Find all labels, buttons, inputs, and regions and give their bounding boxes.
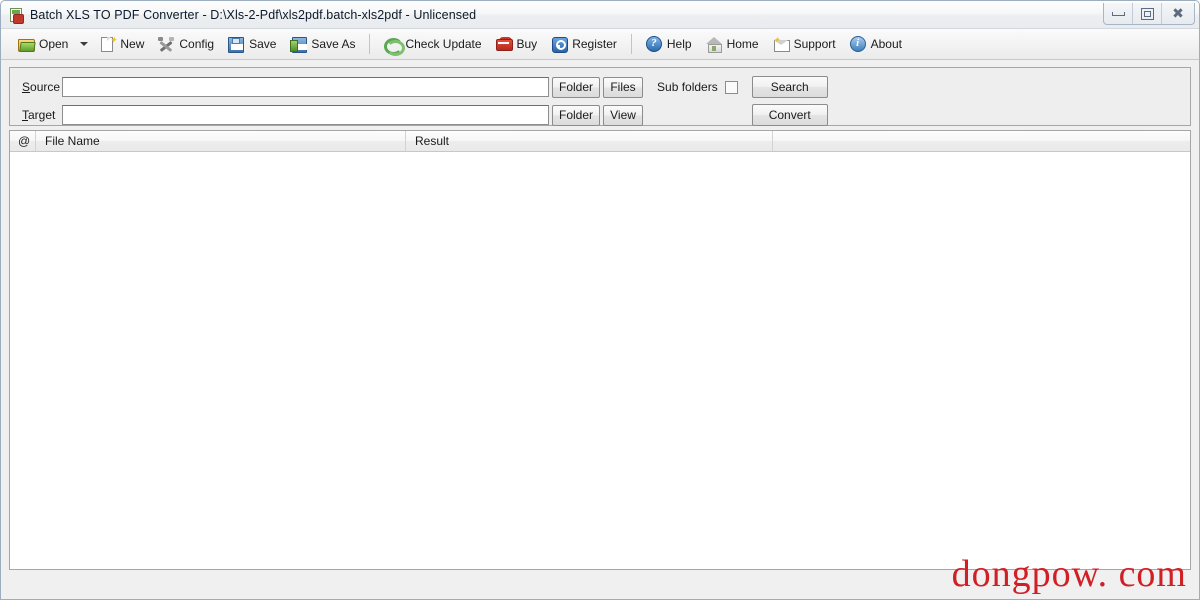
column-header-at[interactable]: @	[10, 131, 36, 151]
toolbar-label-save-as: Save As	[311, 37, 356, 51]
open-folder-icon	[18, 36, 36, 52]
envelope-icon: ✦	[773, 36, 790, 52]
sub-folders-label: Sub folders	[657, 80, 718, 94]
toolbar-button-buy[interactable]: Buy	[489, 31, 545, 57]
house-icon	[705, 36, 722, 53]
shopping-cart-icon	[495, 36, 513, 52]
source-files-button[interactable]: Files	[603, 76, 644, 98]
toolbar-label-support: Support	[793, 37, 836, 51]
title-bar: Batch XLS TO PDF Converter - D:\Xls-2-Pd…	[1, 1, 1199, 29]
maximize-button[interactable]	[1133, 3, 1162, 24]
target-input[interactable]	[62, 105, 549, 125]
toolbar-button-save-as[interactable]: Save As	[283, 31, 362, 57]
toolbar-label-save: Save	[249, 37, 277, 51]
target-row: Target Folder View Sub folders Convert	[10, 104, 1190, 126]
chevron-down-icon	[79, 42, 88, 46]
convert-button[interactable]: Convert	[751, 104, 828, 126]
toolbar-separator-1	[369, 34, 371, 54]
search-button[interactable]: Search	[751, 76, 828, 98]
sub-folders-checkbox[interactable]	[724, 80, 738, 94]
path-panel: Source Folder Files Sub folders Search T…	[9, 67, 1191, 126]
file-list: @ File Name Result	[9, 130, 1191, 570]
question-circle-icon: ?	[645, 36, 662, 52]
toolbar-button-config[interactable]: Config	[151, 31, 221, 57]
tools-icon	[158, 36, 175, 52]
toolbar-button-save[interactable]: Save	[221, 31, 283, 57]
toolbar-button-help[interactable]: ? Help	[639, 31, 699, 57]
floppy-disk-green-icon	[290, 36, 308, 53]
toolbar-label-config: Config	[179, 37, 215, 51]
file-list-body[interactable]	[10, 152, 1190, 569]
refresh-arrows-icon	[384, 36, 406, 56]
target-folder-button[interactable]: Folder	[552, 104, 601, 126]
toolbar-button-check-update[interactable]: Check Update	[377, 31, 488, 57]
target-label-rest: arget	[28, 108, 56, 122]
toolbar-button-support[interactable]: ✦ Support	[766, 31, 843, 57]
main-toolbar: Open ✦ New Config Save Save As Check Upd…	[1, 29, 1199, 60]
source-label-accel: S	[22, 80, 31, 94]
toolbar-button-about[interactable]: i About	[843, 31, 909, 57]
column-header-result[interactable]: Result	[406, 131, 773, 151]
toolbar-button-home[interactable]: Home	[699, 31, 766, 57]
source-input[interactable]	[62, 77, 549, 97]
column-header-blank[interactable]	[773, 131, 1190, 151]
minimize-icon	[1111, 11, 1125, 16]
toolbar-label-new: New	[120, 37, 145, 51]
key-badge-icon	[551, 36, 569, 53]
column-header-file-name[interactable]: File Name	[36, 131, 406, 151]
app-icon	[8, 7, 24, 24]
application-window: Batch XLS TO PDF Converter - D:\Xls-2-Pd…	[0, 0, 1200, 600]
toolbar-label-about: About	[870, 37, 902, 51]
toolbar-label-register: Register	[572, 37, 617, 51]
toolbar-label-buy: Buy	[516, 37, 538, 51]
info-circle-icon: i	[849, 36, 866, 52]
close-button[interactable]: ✖	[1162, 3, 1194, 24]
toolbar-button-register[interactable]: Register	[544, 31, 624, 57]
toolbar-label-home: Home	[726, 37, 759, 51]
toolbar-button-open[interactable]: Open	[11, 31, 75, 57]
window-title: Batch XLS TO PDF Converter - D:\Xls-2-Pd…	[30, 7, 477, 22]
floppy-disk-icon	[228, 36, 245, 53]
window-controls: ✖	[1103, 3, 1195, 25]
watermark: dongpow. com	[951, 553, 1187, 595]
minimize-button[interactable]	[1104, 3, 1133, 24]
close-icon: ✖	[1172, 5, 1184, 22]
file-list-header: @ File Name Result	[10, 131, 1190, 152]
maximize-icon	[1140, 7, 1154, 20]
source-label: Source	[10, 80, 62, 94]
target-view-button[interactable]: View	[603, 104, 644, 126]
target-label: Target	[10, 108, 62, 122]
toolbar-separator-2	[630, 34, 632, 54]
new-document-icon: ✦	[99, 36, 117, 52]
toolbar-button-new[interactable]: ✦ New	[92, 31, 151, 57]
toolbar-label-check-update: Check Update	[405, 37, 482, 51]
toolbar-label-open: Open	[39, 37, 69, 51]
toolbar-label-help: Help	[666, 37, 692, 51]
source-row: Source Folder Files Sub folders Search	[10, 76, 1190, 98]
source-label-rest: ource	[30, 80, 61, 94]
open-dropdown-button[interactable]	[77, 42, 90, 46]
source-folder-button[interactable]: Folder	[552, 76, 601, 98]
